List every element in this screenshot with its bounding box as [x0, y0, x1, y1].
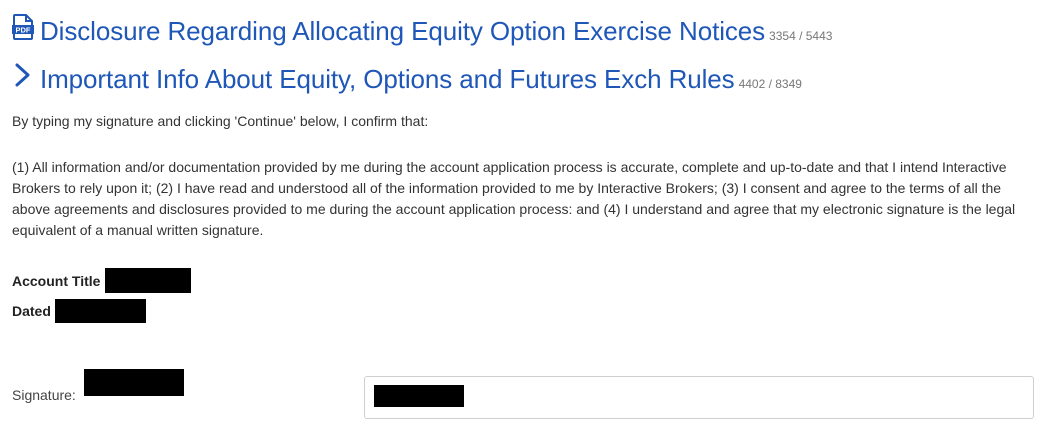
document-link-equity-options-futures-rules[interactable]: Important Info About Equity, Options and…	[12, 62, 802, 95]
signature-page: PDF Disclosure Regarding Allocating Equi…	[0, 0, 1040, 427]
signature-redacted-name	[83, 369, 184, 396]
account-title-label: Account Title	[12, 272, 101, 289]
dated-redacted-value	[54, 299, 146, 323]
chevron-right-icon[interactable]	[12, 62, 34, 88]
signature-input-redacted-value	[374, 385, 464, 407]
document-title[interactable]: Disclosure Regarding Allocating Equity O…	[40, 16, 765, 47]
document-page-count: 4402 / 8349	[738, 77, 802, 91]
document-page-count: 3354 / 5443	[769, 29, 833, 43]
signature-intro-text: By typing my signature and clicking 'Con…	[12, 113, 429, 129]
document-link-allocating-equity-option[interactable]: PDF Disclosure Regarding Allocating Equi…	[12, 14, 832, 47]
document-title[interactable]: Important Info About Equity, Options and…	[40, 64, 735, 95]
confirmation-statement: (1) All information and/or documentation…	[12, 159, 1016, 238]
svg-text:PDF: PDF	[16, 26, 31, 35]
signature-label: Signature:	[12, 387, 76, 403]
dated-label: Dated	[12, 303, 51, 319]
pdf-icon[interactable]: PDF	[12, 14, 34, 40]
dated-row: Dated	[12, 299, 146, 323]
signature-input[interactable]	[364, 376, 1034, 419]
account-title-redacted-value	[105, 268, 192, 293]
account-title-row: Account Title	[12, 268, 192, 293]
signature-row: Signature:	[12, 369, 184, 403]
